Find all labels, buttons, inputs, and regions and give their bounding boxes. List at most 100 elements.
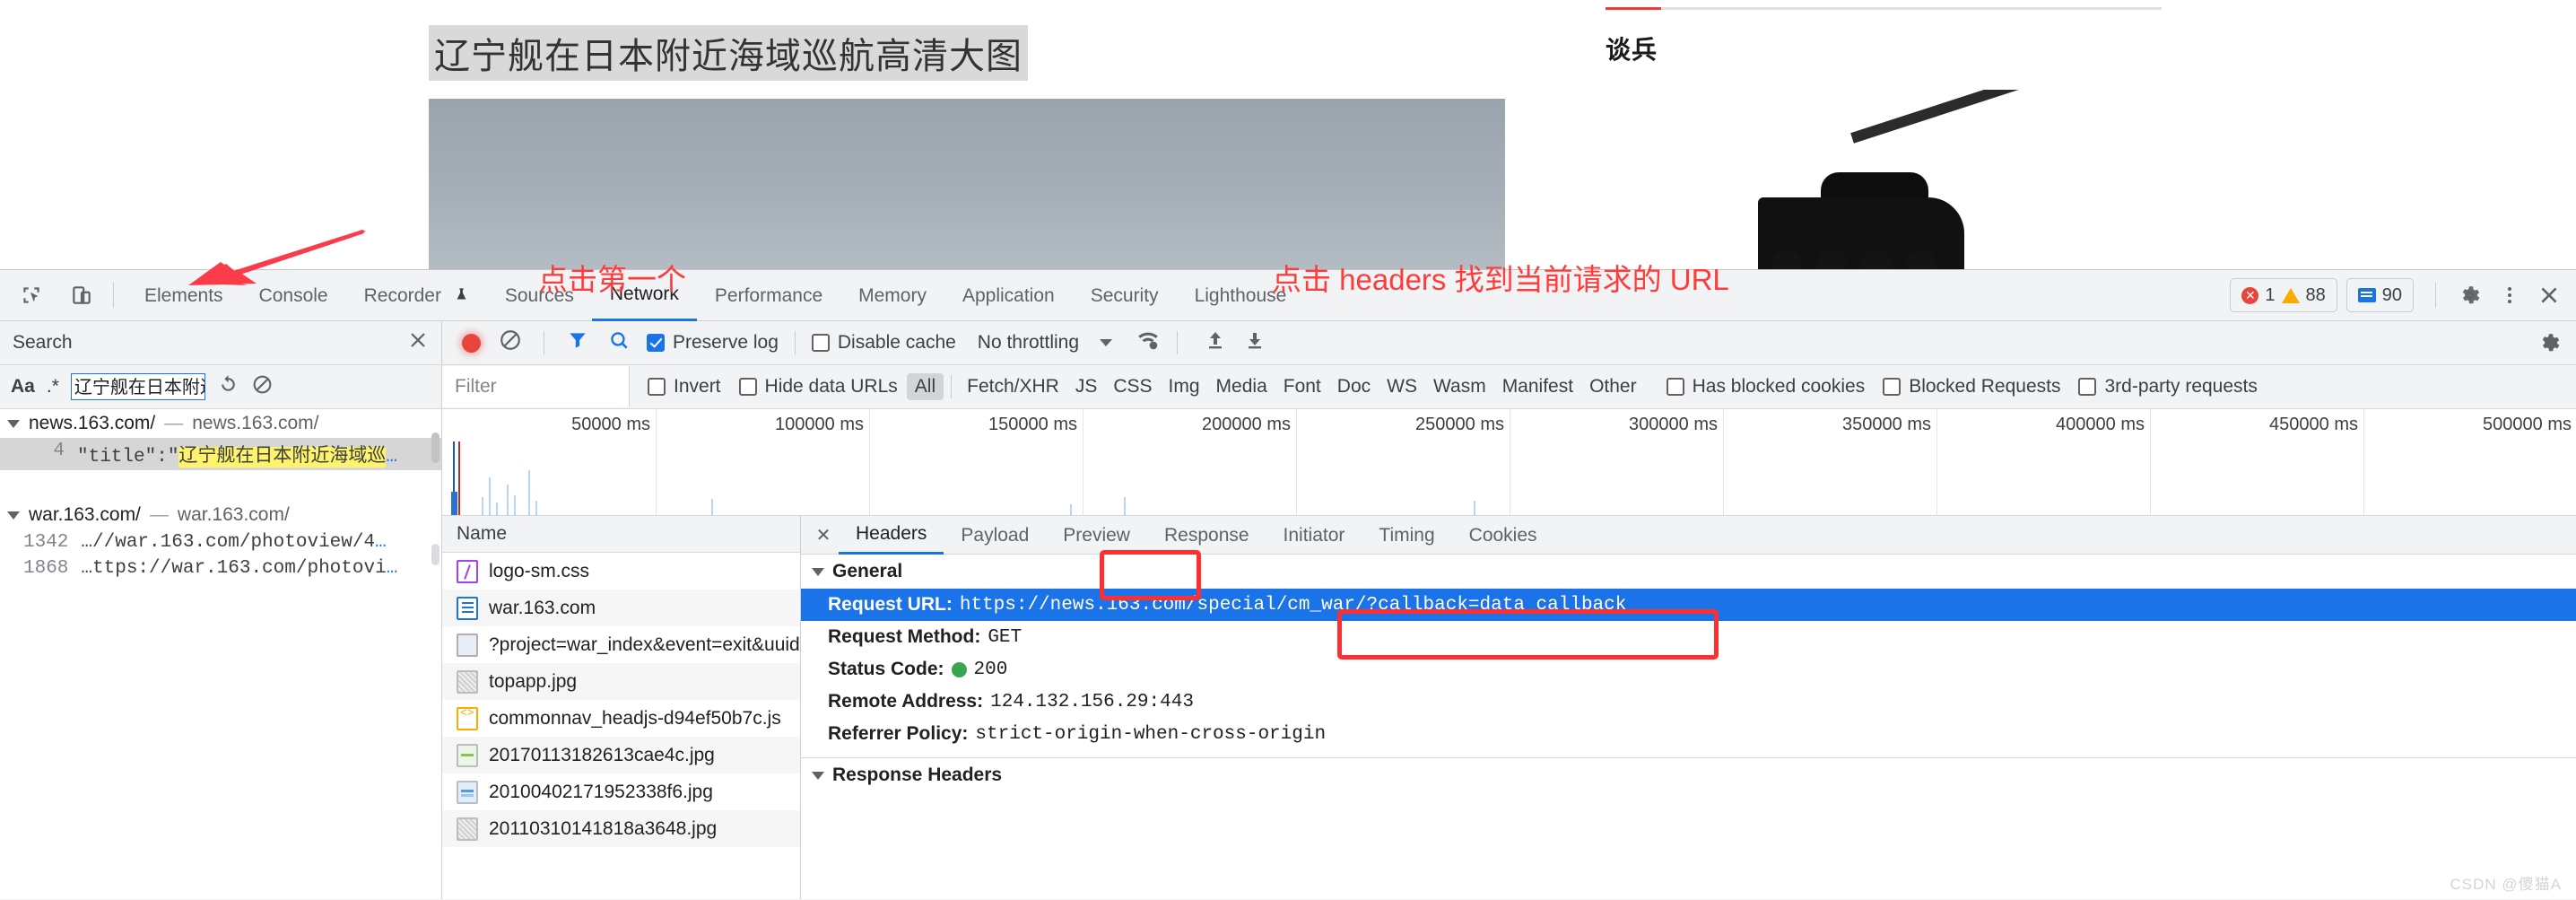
disable-cache-checkbox-box — [811, 334, 830, 352]
document-file-icon — [457, 596, 478, 620]
filter-type-fetch-xhr[interactable]: Fetch/XHR — [959, 373, 1067, 400]
twisty-open-icon[interactable] — [7, 511, 20, 520]
messages-counter[interactable]: 90 — [2345, 278, 2414, 312]
filter-type-img[interactable]: Img — [1161, 373, 1208, 400]
table-row[interactable]: war.163.com — [442, 590, 800, 626]
has-blocked-cookies-checkbox[interactable]: Has blocked cookies — [1658, 376, 1875, 398]
tab-preview[interactable]: Preview — [1046, 517, 1147, 554]
preserve-log-checkbox[interactable]: Preserve log — [647, 332, 779, 354]
tab-timing[interactable]: Timing — [1362, 517, 1451, 554]
twisty-open-icon[interactable] — [7, 419, 20, 428]
tab-memory[interactable]: Memory — [840, 271, 944, 320]
response-headers-section-header[interactable]: Response Headers — [801, 758, 2576, 792]
gear-icon[interactable] — [2452, 277, 2488, 313]
overview-bar — [1124, 497, 1126, 515]
filter-type-font[interactable]: Font — [1275, 373, 1329, 400]
throttling-select[interactable]: No throttling — [978, 332, 1113, 354]
search-result-line[interactable]: 4 "title":"辽宁舰在日本附近海域巡… — [0, 438, 441, 470]
regex-button[interactable]: .* — [47, 376, 59, 398]
close-icon[interactable] — [407, 329, 429, 356]
tab-headers[interactable]: Headers — [839, 515, 944, 555]
search-options: Aa .* 辽宁舰在日本附近海 — [0, 365, 442, 408]
clear-button[interactable] — [499, 328, 522, 357]
record-button[interactable] — [462, 333, 481, 353]
twisty-open-icon[interactable] — [812, 567, 824, 576]
overview-tick-label: 350000 ms — [1842, 415, 1931, 434]
chevron-down-icon — [1100, 339, 1113, 346]
hide-data-urls-checkbox[interactable]: Hide data URLs — [730, 376, 907, 398]
filter-type-css[interactable]: CSS — [1105, 373, 1160, 400]
upload-har-icon[interactable] — [1205, 328, 1226, 357]
tab-response[interactable]: Response — [1147, 517, 1266, 554]
search-result-line[interactable]: 1342 …//war.163.com/photoview/4… — [0, 529, 441, 555]
table-row[interactable]: logo-sm.css — [442, 553, 800, 590]
filter-type-doc[interactable]: Doc — [1329, 373, 1379, 400]
match-case-button[interactable]: Aa — [11, 376, 35, 398]
filter-type-manifest[interactable]: Manifest — [1494, 373, 1581, 400]
search-result-group[interactable]: war.163.com/ — war.163.com/ — [0, 501, 441, 529]
overview-tick: 300000 ms — [1629, 409, 1724, 515]
search-input[interactable]: 辽宁舰在日本附近海 — [70, 373, 205, 400]
tab-performance[interactable]: Performance — [697, 271, 840, 320]
article-hero-image — [429, 99, 1505, 269]
search-result-line[interactable]: 1868 …ttps://war.163.com/photovi… — [0, 555, 441, 581]
filter-type-wasm[interactable]: Wasm — [1425, 373, 1494, 400]
blocked-requests-checkbox[interactable]: Blocked Requests — [1874, 376, 2069, 398]
general-section-header[interactable]: General — [801, 555, 2576, 589]
tab-cookies[interactable]: Cookies — [1452, 517, 1554, 554]
issues-counter[interactable]: ✕ 1 88 — [2230, 278, 2337, 312]
remote-address-row[interactable]: Remote Address: 124.132.156.29:443 — [801, 686, 2576, 718]
request-list-header[interactable]: Name — [442, 516, 800, 553]
invert-label: Invert — [674, 376, 721, 397]
close-icon[interactable]: ✕ — [808, 524, 839, 546]
table-row[interactable]: 20170113182613cae4c.jpg — [442, 737, 800, 773]
request-name: 20100402171952338f6.jpg — [489, 781, 713, 802]
overview-bar — [1070, 504, 1072, 515]
overview-tick-label: 500000 ms — [2483, 415, 2572, 434]
refresh-icon[interactable] — [217, 373, 239, 401]
search-pane-scrollbar[interactable] — [431, 433, 439, 463]
overview-bar — [711, 499, 713, 515]
more-vertical-icon[interactable] — [2492, 277, 2528, 313]
table-row[interactable]: 20100402171952338f6.jpg — [442, 773, 800, 810]
tab-application[interactable]: Application — [944, 271, 1073, 320]
filter-icon[interactable] — [566, 328, 589, 357]
clear-icon[interactable] — [251, 373, 274, 401]
tab-payload[interactable]: Payload — [944, 517, 1046, 554]
warning-count: 88 — [2305, 284, 2326, 305]
download-har-icon[interactable] — [1244, 328, 1266, 357]
close-icon[interactable] — [2531, 277, 2567, 313]
table-row[interactable]: topapp.jpg — [442, 663, 800, 700]
search-line-highlight: 辽宁舰在日本附近海域巡 — [178, 447, 387, 467]
search-line-number: 1342 — [23, 532, 69, 553]
inspect-element-icon[interactable] — [13, 276, 50, 314]
filter-type-js[interactable]: JS — [1067, 373, 1106, 400]
filter-type-media[interactable]: Media — [1208, 373, 1275, 400]
filter-input[interactable]: Filter — [442, 366, 630, 407]
filter-divider — [951, 375, 953, 398]
table-row[interactable]: commonnav_headjs-d94ef50b7c.js — [442, 700, 800, 737]
filter-type-all[interactable]: All — [906, 373, 944, 400]
overview-bar — [496, 502, 498, 515]
filter-type-other[interactable]: Other — [1581, 373, 1645, 400]
twisty-open-icon[interactable] — [812, 771, 824, 780]
network-conditions-icon[interactable] — [1136, 328, 1161, 357]
third-party-requests-checkbox[interactable]: 3rd-party requests — [2069, 376, 2266, 398]
search-result-group[interactable]: news.163.com/ — news.163.com/ — [0, 409, 441, 438]
other-file-icon — [457, 633, 478, 657]
tab-security[interactable]: Security — [1073, 271, 1177, 320]
table-row[interactable]: 20110310141818a3648.jpg — [442, 810, 800, 847]
overview-load-line — [458, 441, 460, 515]
request-name: war.163.com — [489, 597, 596, 618]
network-overview[interactable]: 50000 ms 100000 ms 150000 ms 200000 ms 2… — [442, 409, 2576, 516]
table-row[interactable]: ?project=war_index&event=exit&uuid=0d87e… — [442, 626, 800, 663]
search-pane-scrollbar-secondary[interactable] — [431, 544, 439, 565]
network-settings-icon[interactable] — [2538, 321, 2562, 364]
referrer-policy-row[interactable]: Referrer Policy: strict-origin-when-cros… — [801, 718, 2576, 750]
invert-checkbox[interactable]: Invert — [639, 376, 730, 398]
device-toolbar-icon[interactable] — [63, 276, 100, 314]
disable-cache-checkbox[interactable]: Disable cache — [811, 332, 956, 354]
search-icon[interactable] — [607, 328, 631, 357]
filter-type-ws[interactable]: WS — [1379, 373, 1425, 400]
tab-initiator[interactable]: Initiator — [1266, 517, 1362, 554]
